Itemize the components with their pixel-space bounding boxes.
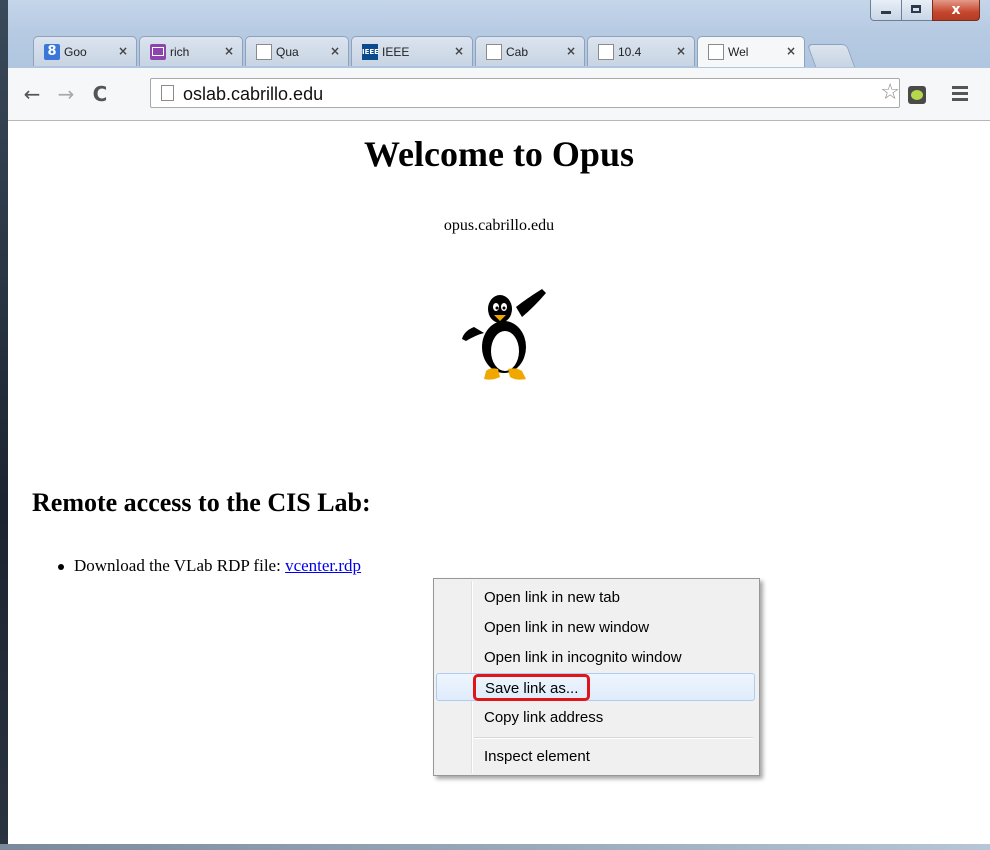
menu-separator [474, 737, 753, 739]
tab-close-icon[interactable]: × [566, 44, 576, 58]
tab-welcome[interactable]: Wel × [697, 36, 805, 67]
maximize-button[interactable] [901, 0, 933, 21]
close-window-button[interactable]: x [932, 0, 980, 21]
tab-ieee[interactable]: IEEE IEEE × [351, 36, 473, 66]
tab-label: 10.4 [618, 45, 642, 59]
tab-close-icon[interactable]: × [224, 44, 234, 58]
tab-label: rich [170, 45, 190, 59]
extension-icon[interactable] [908, 86, 926, 104]
desktop-edge [0, 0, 8, 850]
page-icon [708, 44, 724, 60]
bookmark-star-icon[interactable]: ☆ [880, 80, 900, 105]
minimize-icon [881, 11, 891, 14]
tab-close-icon[interactable]: × [454, 44, 464, 58]
tab-label: IEEE [382, 45, 410, 59]
menu-item-label: Open link in new window [484, 619, 650, 636]
tab-qua[interactable]: Qua × [245, 36, 349, 66]
list-item: Download the VLab RDP file: vcenter.rdp [58, 556, 361, 576]
page-icon [161, 85, 174, 101]
page-title: Welcome to Opus [364, 134, 634, 174]
bullet-text: Download the VLab RDP file: [74, 556, 286, 575]
menu-item-copy-link-address[interactable]: Copy link address [436, 703, 755, 731]
tab-10-4[interactable]: 10.4 × [587, 36, 695, 66]
bullet [58, 564, 64, 571]
tab-close-icon[interactable]: × [118, 44, 128, 58]
menu-item-label: Open link in incognito window [484, 649, 682, 666]
maximize-icon [911, 5, 921, 13]
page-icon [598, 44, 614, 60]
mail-icon [150, 44, 166, 60]
menu-item-inspect-element[interactable]: Inspect element [436, 742, 755, 770]
tab-close-icon[interactable]: × [330, 44, 340, 58]
highlight-annotation [473, 674, 590, 701]
menu-item-label: Inspect element [484, 748, 590, 765]
penguin-icon [462, 289, 546, 380]
page-icon [256, 44, 272, 60]
tab-label: Wel [728, 45, 749, 59]
url-text: oslab.cabrillo.edu [183, 84, 324, 104]
window-controls: x [870, 0, 980, 22]
tab-close-icon[interactable]: × [676, 44, 686, 58]
ieee-icon: IEEE [362, 44, 379, 60]
address-bar[interactable]: oslab.cabrillo.edu ☆ [150, 78, 900, 108]
menu-item-label: Copy link address [484, 709, 604, 726]
new-tab-button[interactable] [806, 44, 856, 67]
menu-item-open-new-tab[interactable]: Open link in new tab [436, 583, 755, 611]
tab-cab[interactable]: Cab × [475, 36, 585, 66]
menu-item-label: Open link in new tab [484, 589, 620, 606]
browser-toolbar: ← → C oslab.cabrillo.edu ☆ [8, 68, 990, 121]
reload-button[interactable]: C [88, 82, 112, 106]
google-icon: 8 [44, 44, 60, 60]
minimize-button[interactable] [870, 0, 902, 21]
tab-mail[interactable]: rich × [139, 36, 243, 66]
rdp-download-link[interactable]: vcenter.rdp [285, 556, 361, 575]
taskbar-edge [0, 844, 990, 850]
tab-label: Goo [64, 45, 87, 59]
section-heading: Remote access to the CIS Lab: [32, 488, 371, 517]
menu-item-open-new-window[interactable]: Open link in new window [436, 613, 755, 641]
page-icon [486, 44, 502, 60]
close-icon: x [951, 2, 961, 18]
tab-label: Cab [506, 45, 529, 59]
chrome-menu-icon[interactable] [952, 83, 970, 103]
back-button[interactable]: ← [20, 82, 44, 106]
tab-label: Qua [276, 45, 299, 59]
menu-item-open-incognito[interactable]: Open link in incognito window [436, 643, 755, 671]
hostname-text: opus.cabrillo.edu [443, 217, 555, 234]
forward-button[interactable]: → [54, 82, 78, 106]
tab-close-icon[interactable]: × [786, 44, 796, 58]
tab-google[interactable]: 8 Goo × [33, 36, 137, 66]
